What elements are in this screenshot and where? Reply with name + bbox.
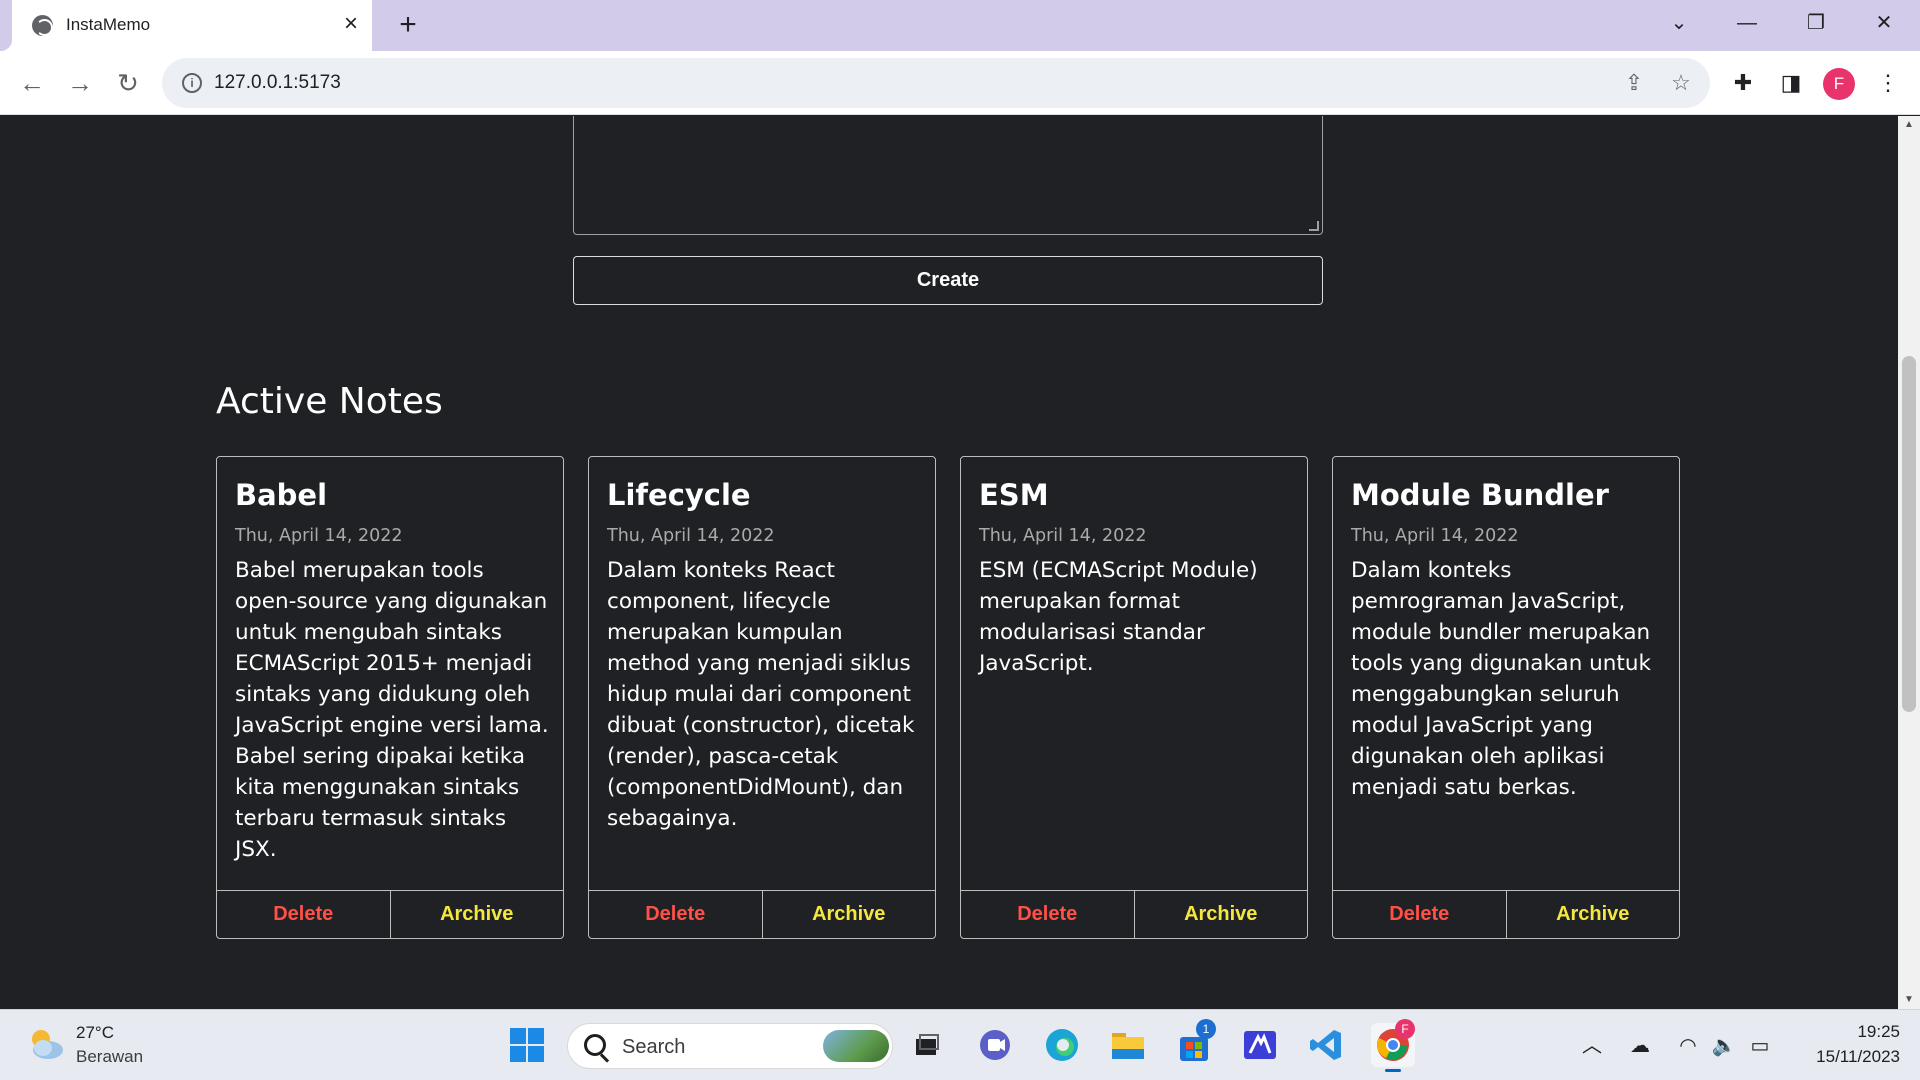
page-scrollbar[interactable]: ▲ ▼	[1898, 116, 1920, 1009]
reload-button[interactable]: ↻	[110, 65, 146, 101]
site-info-icon[interactable]: i	[182, 73, 202, 93]
new-tab-button[interactable]: +	[392, 9, 424, 41]
design-app-icon[interactable]	[1238, 1023, 1282, 1067]
search-icon	[584, 1034, 606, 1056]
profile-avatar[interactable]: F	[1823, 68, 1855, 100]
delete-button[interactable]: Delete	[1333, 891, 1507, 938]
forward-button[interactable]: →	[62, 65, 98, 101]
minimize-button[interactable]: —	[1729, 8, 1765, 38]
note-title: Module Bundler	[1351, 478, 1609, 512]
battery-icon[interactable]: ▭	[1746, 1032, 1774, 1060]
note-body: Dalam konteks React component, lifecycle…	[607, 558, 915, 831]
archive-button[interactable]: Archive	[1135, 891, 1308, 938]
resize-handle-icon[interactable]	[1309, 221, 1319, 231]
search-label: Search	[622, 1036, 686, 1058]
note-card: Module Bundler Thu, April 14, 2022 Dalam…	[1332, 456, 1680, 939]
note-date: Thu, April 14, 2022	[607, 526, 775, 546]
restore-button[interactable]: ❐	[1798, 8, 1834, 38]
back-button[interactable]: ←	[14, 65, 50, 101]
delete-button[interactable]: Delete	[961, 891, 1135, 938]
volume-icon[interactable]: 🔈	[1710, 1032, 1738, 1060]
note-title: Lifecycle	[607, 478, 751, 512]
page-content: Create Active Notes Babel Thu, April 14,…	[0, 116, 1898, 1009]
tab-search-icon[interactable]: ⌄	[1661, 8, 1697, 38]
archive-button[interactable]: Archive	[1507, 891, 1680, 938]
tab-strip: InstaMemo × + ⌄ — ❐ ✕	[0, 0, 1920, 51]
taskbar: 27°C Berawan Search 1 F ︿ ☁ ◠ 🔈 ▭ 19:25 …	[0, 1009, 1920, 1080]
windows-start-icon[interactable]	[505, 1023, 549, 1067]
onedrive-cloud-icon[interactable]: ☁	[1626, 1032, 1654, 1060]
active-app-indicator	[1385, 1069, 1401, 1072]
note-card: Lifecycle Thu, April 14, 2022 Dalam kont…	[588, 456, 936, 939]
bookmark-star-icon[interactable]: ☆	[1666, 68, 1696, 98]
show-hidden-icons-icon[interactable]: ︿	[1578, 1032, 1606, 1060]
section-title: Active Notes	[216, 381, 443, 422]
weather-cloudy-icon[interactable]	[26, 1024, 66, 1064]
file-explorer-icon[interactable]	[1106, 1023, 1150, 1067]
clock-time[interactable]: 19:25	[1808, 1022, 1900, 1042]
wifi-icon[interactable]: ◠	[1674, 1032, 1702, 1060]
extensions-icon[interactable]: ✚	[1727, 67, 1759, 99]
archive-button[interactable]: Archive	[763, 891, 936, 938]
edge-browser-icon[interactable]	[1040, 1023, 1084, 1067]
vscode-icon[interactable]	[1304, 1023, 1348, 1067]
scroll-down-icon[interactable]: ▼	[1898, 991, 1920, 1009]
delete-button[interactable]: Delete	[217, 891, 391, 938]
scroll-up-icon[interactable]: ▲	[1898, 116, 1920, 134]
chrome-icon[interactable]: F	[1371, 1019, 1415, 1072]
note-date: Thu, April 14, 2022	[235, 526, 403, 546]
share-icon[interactable]: ⇪	[1619, 68, 1649, 98]
taskbar-search-box[interactable]: Search	[567, 1023, 893, 1069]
note-title: ESM	[979, 478, 1049, 512]
teams-chat-icon[interactable]	[973, 1023, 1017, 1067]
side-panel-icon[interactable]: ◨	[1775, 67, 1807, 99]
note-date: Thu, April 14, 2022	[1351, 526, 1519, 546]
note-title: Babel	[235, 478, 328, 512]
address-bar[interactable]: i 127.0.0.1:5173 ⇪ ☆	[162, 58, 1710, 108]
note-body-textarea[interactable]	[573, 116, 1323, 235]
globe-icon	[32, 15, 53, 36]
note-body: Dalam konteks pemrograman JavaScript, mo…	[1351, 558, 1651, 800]
chrome-profile-badge: F	[1395, 1019, 1415, 1039]
store-notification-badge: 1	[1196, 1019, 1216, 1039]
browser-toolbar: ← → ↻ i 127.0.0.1:5173 ⇪ ☆ ✚ ◨ F ⋮	[0, 51, 1920, 115]
menu-kebab-icon[interactable]: ⋮	[1872, 67, 1904, 99]
note-body: ESM (ECMAScript Module) merupakan format…	[979, 558, 1258, 676]
microsoft-store-icon[interactable]: 1	[1172, 1019, 1216, 1067]
create-button[interactable]: Create	[573, 256, 1323, 305]
archive-button[interactable]: Archive	[391, 891, 564, 938]
clock-date[interactable]: 15/11/2023	[1788, 1047, 1900, 1067]
delete-button[interactable]: Delete	[589, 891, 763, 938]
note-date: Thu, April 14, 2022	[979, 526, 1147, 546]
weather-description[interactable]: Berawan	[76, 1047, 143, 1067]
search-highlight-image	[823, 1030, 889, 1062]
scroll-thumb[interactable]	[1902, 356, 1916, 712]
task-view-icon[interactable]	[905, 1023, 949, 1067]
tab-title: InstaMemo	[66, 15, 151, 34]
browser-tab[interactable]: InstaMemo ×	[0, 0, 372, 51]
note-body: Babel merupakan tools open-source yang d…	[235, 558, 549, 862]
close-tab-icon[interactable]: ×	[338, 11, 364, 37]
weather-temperature[interactable]: 27°C	[76, 1023, 114, 1043]
url-text[interactable]: 127.0.0.1:5173	[214, 72, 341, 94]
note-card: ESM Thu, April 14, 2022 ESM (ECMAScript …	[960, 456, 1308, 939]
note-card: Babel Thu, April 14, 2022 Babel merupaka…	[216, 456, 564, 939]
close-window-button[interactable]: ✕	[1866, 8, 1902, 38]
